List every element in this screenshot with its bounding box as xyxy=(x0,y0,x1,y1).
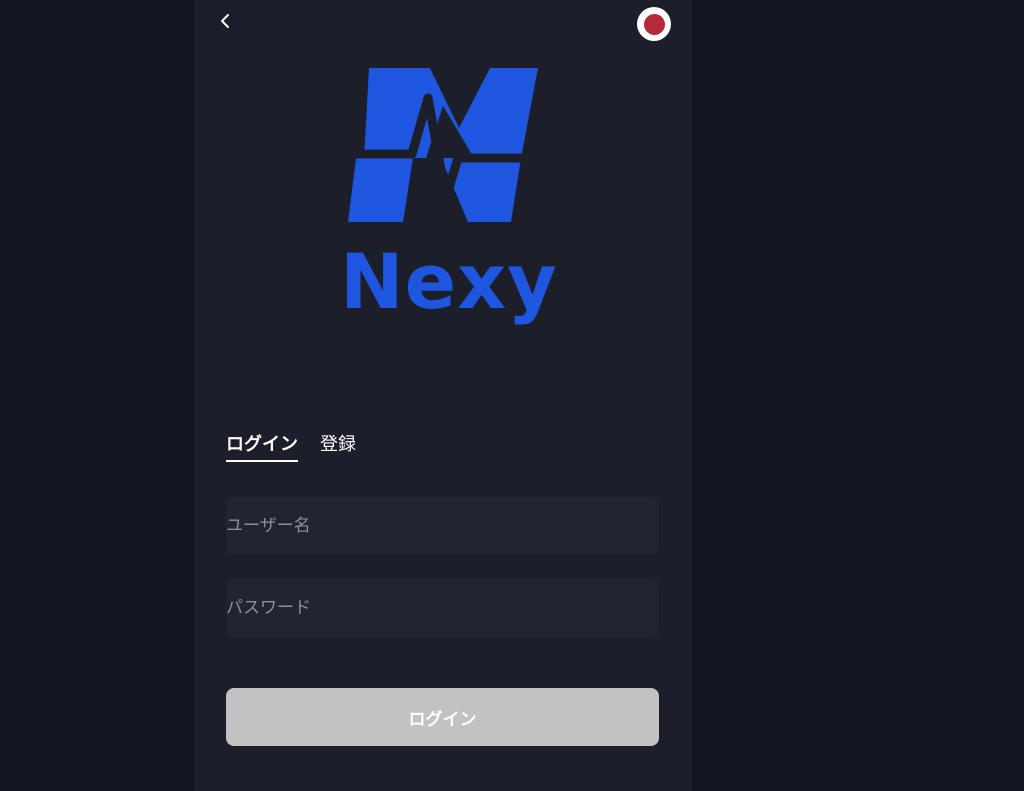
login-button[interactable]: ログイン xyxy=(226,688,659,746)
japan-flag-icon xyxy=(643,13,665,35)
login-screen: Nexy ログイン 登録 ログイン xyxy=(194,0,692,791)
tab-register[interactable]: 登録 xyxy=(320,430,356,462)
username-input[interactable] xyxy=(226,497,659,555)
chevron-left-icon xyxy=(221,14,229,28)
auth-tabs: ログイン 登録 xyxy=(226,430,356,464)
password-field-container xyxy=(226,579,659,637)
back-button[interactable] xyxy=(208,6,242,36)
username-field-container xyxy=(226,497,659,555)
brand-name: Nexy xyxy=(340,237,558,326)
tab-login[interactable]: ログイン xyxy=(226,430,298,462)
language-button[interactable] xyxy=(637,7,671,41)
password-input[interactable] xyxy=(226,579,659,637)
nexy-logo-icon xyxy=(348,68,538,222)
